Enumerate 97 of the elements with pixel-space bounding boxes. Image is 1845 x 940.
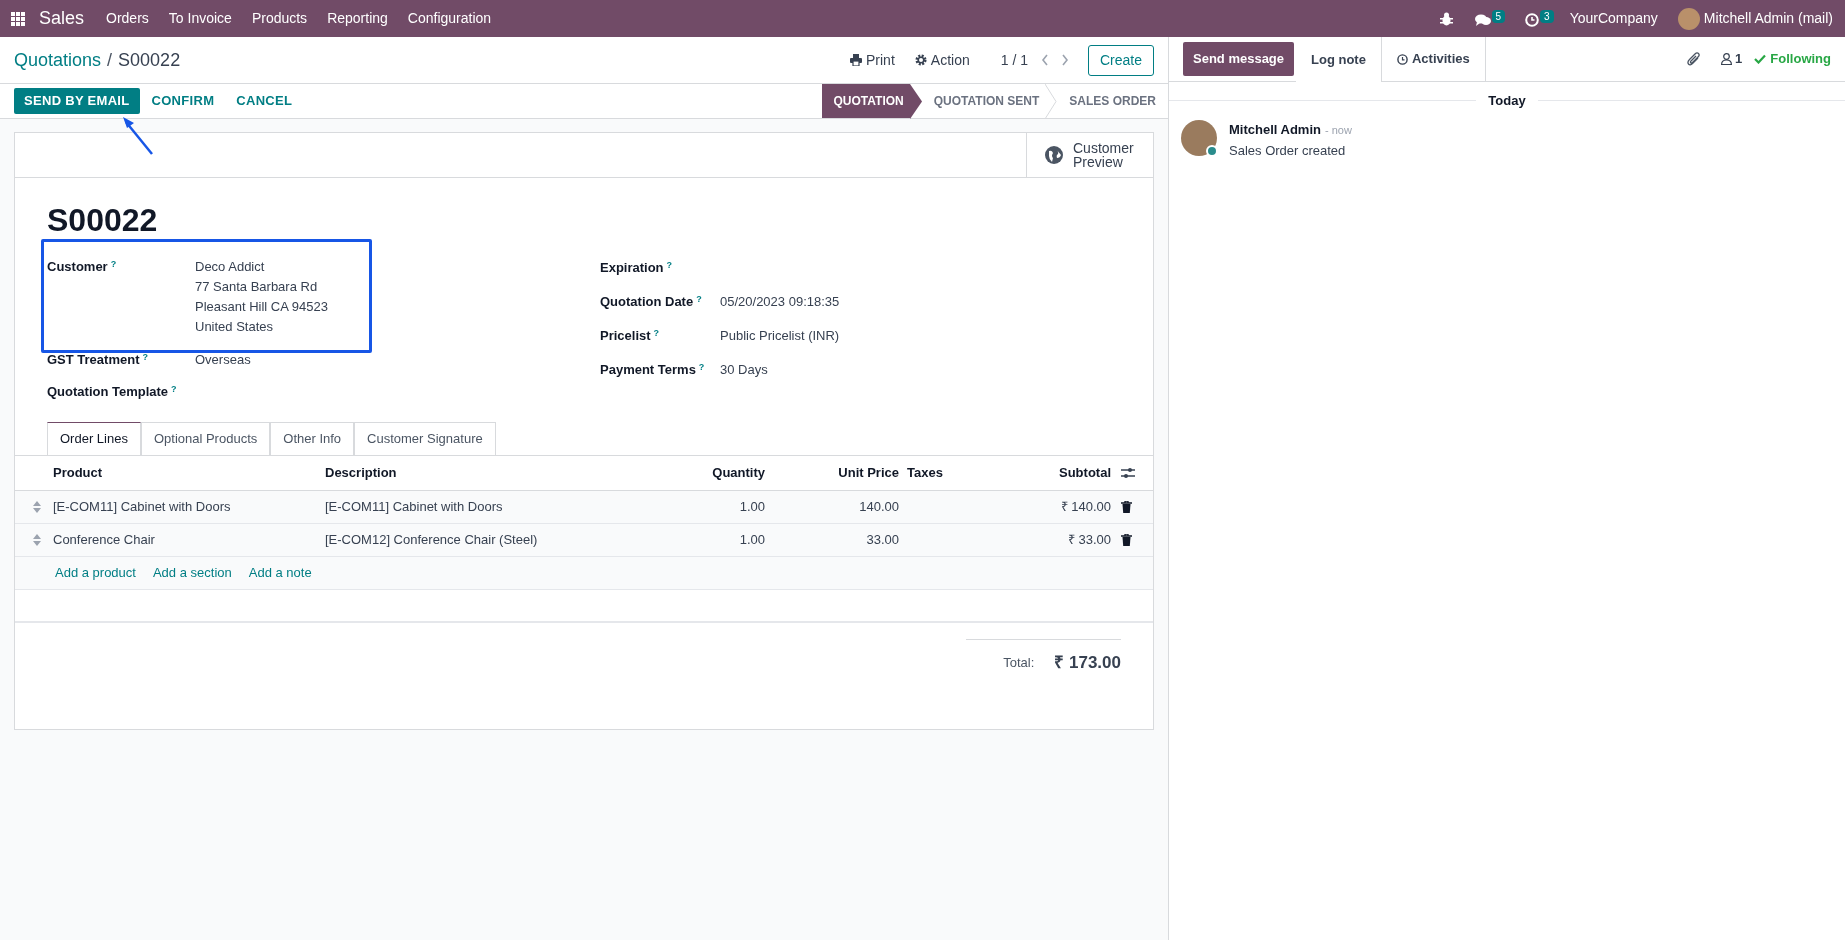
trash-icon[interactable] (1121, 500, 1132, 513)
table-cell: [E-COM11] Cabinet with Doors (325, 498, 503, 514)
menu-item[interactable]: Configuration (397, 8, 502, 29)
app-name[interactable]: Sales (39, 5, 85, 32)
breadcrumb-separator: / (107, 48, 113, 72)
field-label: Payment Terms $^{?}$ (600, 360, 706, 379)
log-note-button[interactable]: Log note (1296, 37, 1382, 82)
total-label: Total: (1003, 653, 1035, 672)
message-body: Sales Order created (1229, 142, 1347, 160)
field-value: Pleasant Hill CA 94523 (195, 298, 328, 316)
field-label: Quotation Date $^{?}$ (600, 292, 703, 311)
help-tooltip-icon[interactable]: ? (142, 351, 148, 362)
help-tooltip-icon[interactable]: ? (110, 258, 117, 269)
message-author[interactable]: Mitchell Admin (1229, 119, 1321, 139)
print-button[interactable]: Print (850, 49, 895, 71)
field-value: Deco Addict (195, 258, 266, 276)
trash-icon[interactable] (1121, 533, 1132, 546)
company-switcher[interactable]: YourCompany (1569, 8, 1658, 29)
add-line-link[interactable]: Add a product (55, 562, 136, 583)
form-tab[interactable]: Optional Products (140, 421, 271, 456)
send-by-email-button[interactable]: SEND BY EMAIL (14, 88, 140, 114)
author-avatar (1181, 119, 1217, 156)
followers-button[interactable]: 1 (1721, 37, 1743, 81)
field-label: GST Treatment $^{?}$ (47, 350, 149, 369)
help-tooltip-icon[interactable]: ? (696, 293, 702, 304)
user-avatar[interactable] (1677, 7, 1700, 30)
field-label: Pricelist $^{?}$ (600, 326, 661, 345)
clock-icon[interactable] (1525, 13, 1540, 27)
header-action-button[interactable]: CONFIRM (141, 88, 225, 114)
column-header[interactable]: Product (15, 462, 325, 483)
message-time: - now (1324, 122, 1352, 138)
field-value: 30 Days (720, 361, 768, 379)
customer-preview-button[interactable]: Customer Preview (1026, 133, 1153, 177)
person-icon (1721, 53, 1733, 65)
drag-handle-icon[interactable] (33, 500, 41, 513)
field-value: Public Pricelist (INR) (720, 327, 840, 345)
record-title: S00022 (47, 201, 159, 240)
header-action-button[interactable]: CANCEL (226, 88, 303, 114)
menu-item[interactable]: Orders (96, 8, 159, 29)
table-cell: [E-COM12] Conference Chair (Steel) (325, 531, 538, 547)
field-value: 05/20/2023 09:18:35 (720, 293, 840, 311)
table-cell: 1.00 (739, 531, 765, 547)
table-cell: Conference Chair (53, 531, 155, 547)
drag-handle-icon[interactable] (33, 533, 41, 546)
annotation-arrow (120, 115, 156, 157)
field-value: 77 Santa Barbara Rd (195, 278, 319, 296)
status-arrow-tip (909, 84, 922, 119)
help-tooltip-icon[interactable]: ? (171, 383, 177, 394)
breadcrumb-current: S00022 (118, 48, 181, 72)
clock-icon (1396, 53, 1408, 65)
user-menu[interactable]: Mitchell Admin (mail) (1703, 8, 1833, 29)
column-header[interactable]: Subtotal (959, 462, 1111, 483)
paperclip-icon[interactable] (1687, 51, 1702, 67)
form-tab[interactable]: Customer Signature (354, 421, 496, 456)
apps-menu-icon[interactable] (11, 11, 25, 26)
menu-item[interactable]: To Invoice (158, 8, 242, 29)
column-header[interactable]: Taxes (899, 462, 959, 483)
table-cell: [E-COM11] Cabinet with Doors (53, 498, 231, 514)
bug-icon[interactable] (1439, 11, 1453, 26)
pager-value: 1 / 1 (1000, 50, 1028, 70)
form-tab[interactable]: Other Info (270, 421, 355, 456)
help-tooltip-icon[interactable]: ? (666, 259, 673, 270)
column-header[interactable]: Unit Price (765, 462, 899, 483)
add-line-link[interactable]: Add a section (152, 562, 232, 583)
table-cell: 33.00 (866, 531, 899, 547)
send-message-button[interactable]: Send message (1183, 42, 1295, 76)
column-header[interactable]: Quantity (655, 462, 765, 483)
activity-count-badge: 3 (1540, 10, 1554, 23)
column-settings-icon[interactable] (1121, 466, 1135, 479)
add-line-link[interactable]: Add a note (248, 562, 312, 583)
date-separator: Today (1487, 92, 1527, 110)
table-cell: ₹ 33.00 (1067, 531, 1111, 547)
total-value: ₹ 173.00 (1054, 651, 1121, 674)
field-label: Customer $^{?}$ (47, 257, 118, 276)
globe-icon (1045, 146, 1063, 164)
menu-item[interactable]: Reporting (317, 8, 398, 29)
activities-button[interactable]: Activities (1381, 37, 1486, 81)
chat-icon[interactable] (1474, 13, 1491, 27)
check-icon (1754, 54, 1767, 64)
gear-icon (914, 54, 927, 66)
table-cell: 1.00 (739, 498, 765, 514)
help-tooltip-icon[interactable]: ? (698, 361, 705, 372)
menu-item[interactable]: Products (241, 8, 318, 29)
table-cell: ₹ 140.00 (1060, 498, 1111, 514)
field-label: Quotation Template $^{?}$ (47, 382, 178, 401)
breadcrumb-link[interactable]: Quotations (14, 46, 102, 74)
help-tooltip-icon[interactable]: ? (653, 327, 660, 338)
message-count-badge: 5 (1491, 10, 1506, 23)
table-cell: 140.00 (859, 498, 899, 514)
action-button[interactable]: Action (914, 49, 970, 71)
column-header[interactable]: Description (325, 462, 655, 483)
printer-icon (850, 54, 862, 66)
field-value: United States (195, 318, 275, 336)
field-label: Expiration $^{?}$ (600, 258, 674, 277)
form-tab[interactable]: Order Lines (47, 421, 141, 456)
create-button[interactable]: Create (1087, 44, 1154, 76)
field-value: Overseas (195, 351, 251, 369)
